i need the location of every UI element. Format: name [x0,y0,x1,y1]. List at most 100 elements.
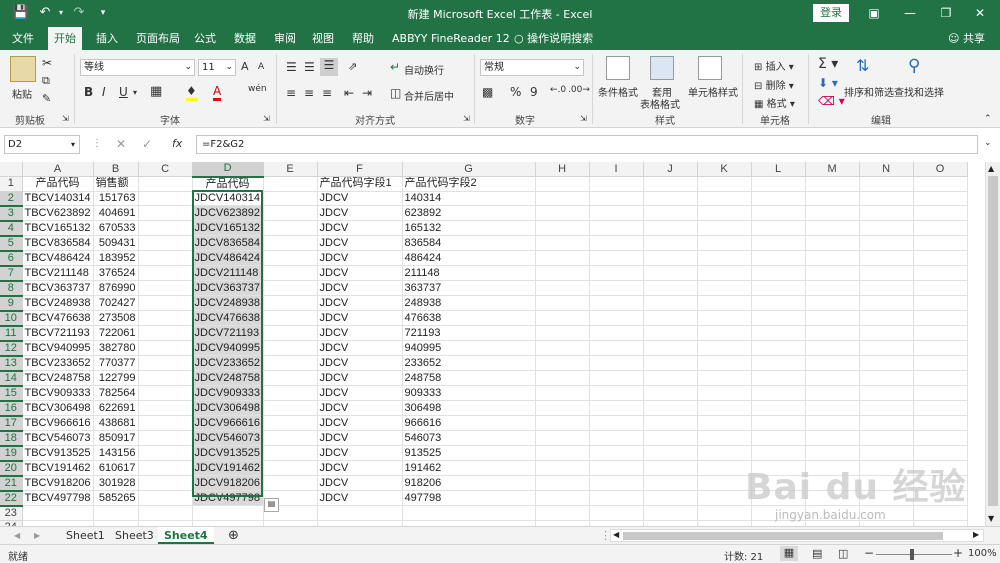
cell[interactable] [535,400,590,417]
grow-font-icon[interactable]: A [241,60,249,73]
font-launcher-icon[interactable]: ⇲ [263,114,270,123]
cell[interactable] [138,385,193,402]
cell[interactable] [697,280,752,297]
cell[interactable] [263,385,318,402]
cell[interactable] [535,191,590,207]
cell[interactable] [913,340,968,357]
cell[interactable] [589,325,644,342]
cell[interactable]: 248938 [402,295,536,312]
cell[interactable] [643,430,698,447]
delete-cells-button[interactable]: ⊟ 删除 ▾ [754,77,794,92]
cell[interactable] [913,310,968,327]
cell[interactable] [263,445,318,462]
cell[interactable] [317,505,403,521]
cell[interactable] [589,235,644,252]
cell[interactable] [697,191,752,207]
cell[interactable] [913,295,968,312]
conditional-format-icon[interactable] [606,56,630,80]
cell[interactable]: 404691 [93,205,139,222]
cell[interactable] [859,400,914,417]
cell[interactable]: JDCV721193 [192,325,264,342]
wrap-text-icon[interactable]: ↵ [390,60,400,74]
cell[interactable] [859,235,914,252]
row-header[interactable]: 9 [0,295,23,312]
cell[interactable] [535,415,590,432]
cell[interactable] [138,445,193,462]
cell[interactable] [913,325,968,342]
name-box[interactable]: D2 ▾ [4,135,80,154]
cell[interactable]: 702427 [93,295,139,312]
cell[interactable]: 248758 [402,370,536,387]
cell[interactable] [805,430,860,447]
cell[interactable] [913,250,968,267]
cell[interactable] [913,400,968,417]
cell[interactable]: JDCV306498 [192,400,264,417]
cell[interactable] [535,340,590,357]
number-launcher-icon[interactable]: ⇲ [580,114,587,123]
cell[interactable] [913,370,968,387]
cell[interactable] [805,191,860,207]
cell[interactable] [192,505,264,521]
cell[interactable] [697,445,752,462]
tab-help[interactable]: 帮助 [346,27,380,50]
row-header[interactable]: 1 [0,176,23,192]
cell[interactable] [697,385,752,402]
tab-formulas[interactable]: 公式 [188,27,222,50]
sheet-tab-sheet3[interactable]: Sheet3 [109,527,160,544]
cell[interactable]: JDCV [317,370,403,387]
cell[interactable] [751,430,806,447]
tab-abbyy[interactable]: ABBYY FineReader 12 [386,27,516,50]
cell[interactable]: JDCV966616 [192,415,264,432]
cell[interactable] [697,235,752,252]
cell[interactable] [805,220,860,237]
cell[interactable] [697,176,752,192]
sort-filter-button[interactable]: 排序和筛选 [844,84,894,99]
cell[interactable]: 销售额 [93,176,139,192]
cell[interactable] [805,176,860,192]
cell[interactable] [805,415,860,432]
cell[interactable] [263,191,318,207]
zoom-out-icon[interactable]: − [864,546,874,560]
cell[interactable]: 165132 [402,220,536,237]
cell[interactable] [913,205,968,222]
cell[interactable] [643,475,698,492]
cell[interactable] [751,235,806,252]
format-as-table-icon[interactable] [650,56,674,80]
cell[interactable] [751,250,806,267]
cell[interactable]: 546073 [402,430,536,447]
cell[interactable]: JDCV [317,325,403,342]
cell[interactable] [263,205,318,222]
cell[interactable]: JDCV623892 [192,205,264,222]
cell[interactable] [589,370,644,387]
cell[interactable]: JDCV [317,430,403,447]
format-cells-button[interactable]: ▦ 格式 ▾ [754,95,795,110]
cell[interactable] [697,325,752,342]
scroll-left-icon[interactable]: ◀ [613,530,619,539]
cell[interactable]: 670533 [93,220,139,237]
paste-icon[interactable] [10,56,36,82]
cell[interactable] [805,370,860,387]
cell[interactable] [643,370,698,387]
cell[interactable]: 966616 [402,415,536,432]
tab-page-layout[interactable]: 页面布局 [130,27,186,50]
cell[interactable] [859,340,914,357]
cell[interactable] [138,250,193,267]
cell[interactable]: 产品代码 [192,176,264,192]
cell[interactable] [138,490,193,507]
cell[interactable]: JDCV [317,490,403,507]
cell[interactable]: JDCV [317,460,403,477]
cell[interactable] [697,310,752,327]
column-header[interactable]: M [805,162,860,178]
cell[interactable]: 产品代码 [22,176,94,192]
cell[interactable] [589,475,644,492]
cell[interactable] [913,355,968,372]
underline-button[interactable]: U [119,85,128,99]
cell[interactable]: 363737 [402,280,536,297]
cell[interactable] [535,460,590,477]
cell[interactable]: JDCV248758 [192,370,264,387]
cell[interactable] [751,205,806,222]
row-header[interactable]: 19 [0,445,23,462]
cell[interactable] [643,250,698,267]
cell[interactable] [913,220,968,237]
cell[interactable] [751,355,806,372]
